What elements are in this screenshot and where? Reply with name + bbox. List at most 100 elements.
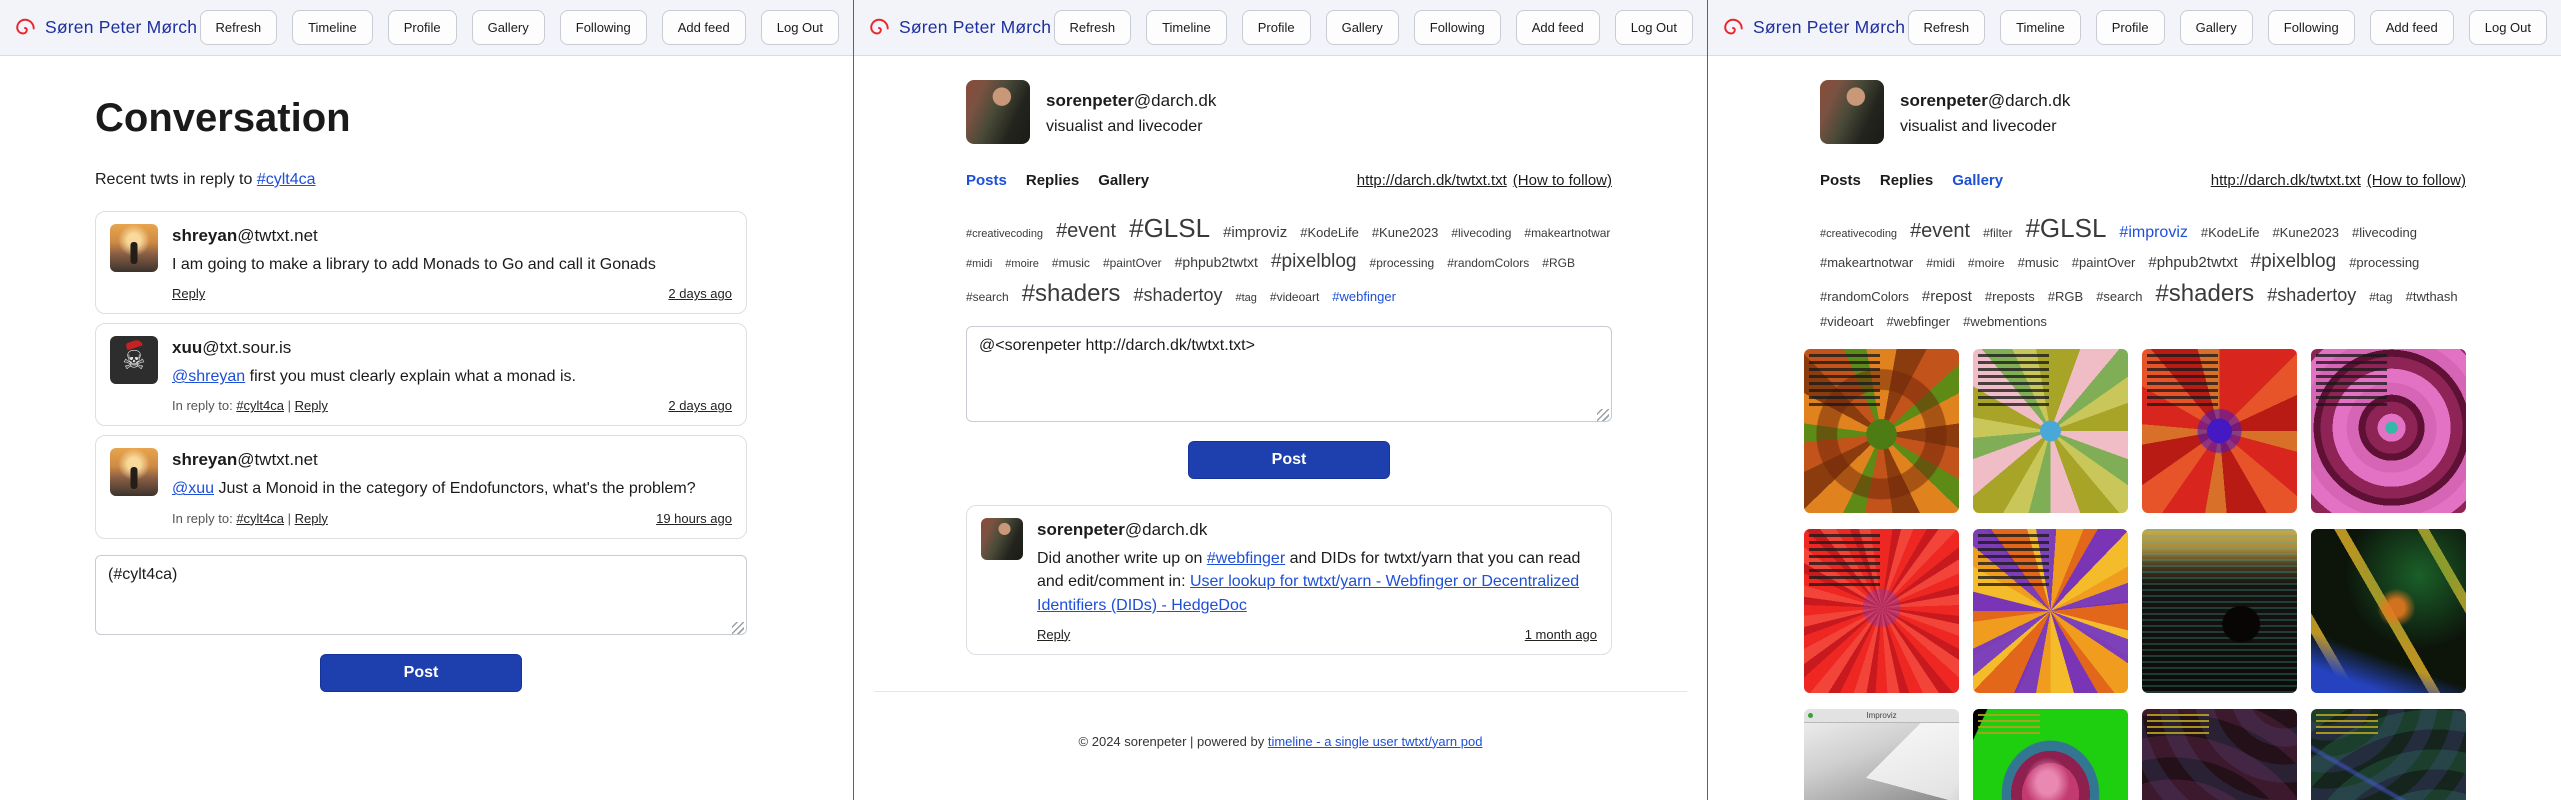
- hashtag-reposts[interactable]: #reposts: [1985, 288, 2035, 306]
- in-reply-to-hash-link[interactable]: #cylt4ca: [236, 398, 284, 413]
- nav-addfeed-button[interactable]: Add feed: [2370, 10, 2454, 45]
- nav-following-button[interactable]: Following: [2268, 10, 2355, 45]
- reply-link[interactable]: Reply: [172, 286, 205, 301]
- nav-refresh-button[interactable]: Refresh: [1908, 10, 1986, 45]
- hashtag-phpub2twtxt[interactable]: #phpub2twtxt: [2148, 253, 2237, 273]
- twt-timestamp[interactable]: 2 days ago: [668, 398, 732, 413]
- hashtag-music[interactable]: #music: [1052, 255, 1090, 271]
- nav-addfeed-button[interactable]: Add feed: [662, 10, 746, 45]
- post-button[interactable]: Post: [320, 654, 522, 692]
- nav-logout-button[interactable]: Log Out: [2469, 10, 2547, 45]
- nav-refresh-button[interactable]: Refresh: [1054, 10, 1132, 45]
- hashtag-creativecoding[interactable]: #creativecoding: [1820, 227, 1897, 242]
- hashtag-randomColors[interactable]: #randomColors: [1820, 288, 1909, 306]
- hashtag-moire[interactable]: #moire: [1005, 257, 1039, 272]
- hashtag-shadertoy[interactable]: #shadertoy: [2267, 283, 2356, 307]
- reply-link[interactable]: Reply: [1037, 627, 1070, 642]
- brand-name[interactable]: Søren Peter Mørch: [1753, 17, 1905, 38]
- brand[interactable]: Søren Peter Mørch: [868, 17, 1051, 39]
- hashtag-pixelblog[interactable]: #pixelblog: [1271, 249, 1357, 275]
- nav-gallery-button[interactable]: Gallery: [472, 10, 545, 45]
- reply-link[interactable]: Reply: [295, 398, 328, 413]
- nav-gallery-button[interactable]: Gallery: [1326, 10, 1399, 45]
- twt-author[interactable]: xuu: [172, 338, 202, 357]
- hashtag-videoart[interactable]: #videoart: [1270, 289, 1319, 305]
- gallery-image-livecoding-performance-photo[interactable]: [2142, 529, 2297, 693]
- gallery-image-mesh-dark-maroon[interactable]: [2142, 709, 2297, 800]
- nav-profile-button[interactable]: Profile: [1242, 10, 1311, 45]
- hashtag-improviz[interactable]: #improviz: [2119, 222, 2187, 244]
- brand[interactable]: Søren Peter Mørch: [1722, 17, 1905, 39]
- gallery-image-grayscale-geometry[interactable]: Improviz: [1804, 709, 1959, 800]
- nav-logout-button[interactable]: Log Out: [761, 10, 839, 45]
- hashtag-makeartnotwar[interactable]: #makeartnotwar: [1524, 225, 1610, 241]
- hashtag-creativecoding[interactable]: #creativecoding: [966, 227, 1043, 242]
- twt-author[interactable]: shreyan: [172, 226, 237, 245]
- post-button[interactable]: Post: [1188, 441, 1390, 479]
- gallery-image-radial-rings-pink[interactable]: [2311, 349, 2466, 513]
- hashtag-randomColors[interactable]: #randomColors: [1447, 255, 1529, 271]
- hashtag-improviz[interactable]: #improviz: [1223, 223, 1287, 243]
- hashtag-search[interactable]: #search: [2096, 288, 2142, 306]
- hashtag-Kune2023[interactable]: #Kune2023: [2272, 224, 2339, 242]
- hashtag-tag[interactable]: #tag: [1236, 291, 1257, 306]
- nav-timeline-button[interactable]: Timeline: [292, 10, 373, 45]
- tab-replies[interactable]: Replies: [1026, 172, 1079, 189]
- hashtag-webfinger[interactable]: #webfinger: [1332, 288, 1396, 306]
- gallery-image-radial-red[interactable]: [1804, 529, 1959, 693]
- tab-posts[interactable]: Posts: [1820, 172, 1861, 189]
- hashtag-pixelblog[interactable]: #pixelblog: [2251, 249, 2337, 275]
- feed-url-link[interactable]: http://darch.dk/twtxt.txt: [2211, 172, 2361, 189]
- twt-timestamp[interactable]: 19 hours ago: [656, 511, 732, 526]
- hashtag-GLSL[interactable]: #GLSL: [1129, 211, 1210, 246]
- hashtag-videoart[interactable]: #videoart: [1820, 313, 1873, 331]
- inline-link[interactable]: @shreyan: [172, 368, 245, 385]
- gallery-image-kaleidoscope-red-purple[interactable]: [2142, 349, 2297, 513]
- feed-url-link[interactable]: http://darch.dk/twtxt.txt: [1357, 172, 1507, 189]
- tab-gallery[interactable]: Gallery: [1952, 172, 2003, 189]
- inline-link[interactable]: #webfinger: [1207, 550, 1285, 567]
- in-reply-to-hash-link[interactable]: #cylt4ca: [236, 511, 284, 526]
- hashtag-midi[interactable]: #midi: [966, 257, 992, 272]
- gallery-image-kaleidoscope-pink-olive[interactable]: [1973, 349, 2128, 513]
- nav-following-button[interactable]: Following: [1414, 10, 1501, 45]
- nav-logout-button[interactable]: Log Out: [1615, 10, 1693, 45]
- hashtag-moire[interactable]: #moire: [1968, 255, 2005, 271]
- gallery-image-wireframe-blob-green[interactable]: [1973, 709, 2128, 800]
- gallery-image-abstract-3d-dark-green[interactable]: [2311, 529, 2466, 693]
- brand-name[interactable]: Søren Peter Mørch: [45, 17, 197, 38]
- nav-timeline-button[interactable]: Timeline: [2000, 10, 2081, 45]
- nav-profile-button[interactable]: Profile: [2096, 10, 2165, 45]
- hashtag-paintOver[interactable]: #paintOver: [2072, 254, 2136, 272]
- hashtag-music[interactable]: #music: [2018, 254, 2059, 272]
- nav-profile-button[interactable]: Profile: [388, 10, 457, 45]
- hashtag-shaders[interactable]: #shaders: [1022, 278, 1121, 310]
- hashtag-processing[interactable]: #processing: [1370, 255, 1435, 271]
- hashtag-search[interactable]: #search: [966, 289, 1009, 305]
- tab-replies[interactable]: Replies: [1880, 172, 1933, 189]
- nav-following-button[interactable]: Following: [560, 10, 647, 45]
- gallery-image-kaleidoscope-orange-green[interactable]: [1804, 349, 1959, 513]
- nav-gallery-button[interactable]: Gallery: [2180, 10, 2253, 45]
- conversation-hash-link[interactable]: #cylt4ca: [257, 171, 316, 188]
- hashtag-paintOver[interactable]: #paintOver: [1103, 255, 1162, 271]
- powered-by-link[interactable]: timeline - a single user twtxt/yarn pod: [1268, 734, 1483, 749]
- hashtag-shaders[interactable]: #shaders: [2155, 278, 2254, 310]
- hashtag-makeartnotwar[interactable]: #makeartnotwar: [1820, 254, 1913, 272]
- hashtag-KodeLife[interactable]: #KodeLife: [2201, 224, 2260, 242]
- inline-link[interactable]: @xuu: [172, 480, 214, 497]
- twt-author[interactable]: sorenpeter: [1037, 520, 1125, 539]
- hashtag-event[interactable]: #event: [1910, 218, 1970, 245]
- hashtag-RGB[interactable]: #RGB: [1542, 255, 1575, 271]
- hashtag-filter[interactable]: #filter: [1983, 225, 2012, 241]
- reply-link[interactable]: Reply: [295, 511, 328, 526]
- how-to-follow-link[interactable]: (How to follow): [1513, 172, 1612, 189]
- nav-refresh-button[interactable]: Refresh: [200, 10, 278, 45]
- gallery-image-kaleidoscope-orange-purple[interactable]: [1973, 529, 2128, 693]
- nav-timeline-button[interactable]: Timeline: [1146, 10, 1227, 45]
- gallery-image-mesh-dark-green[interactable]: [2311, 709, 2466, 800]
- reply-composer-textarea[interactable]: (#cylt4ca): [95, 555, 747, 635]
- hashtag-phpub2twtxt[interactable]: #phpub2twtxt: [1175, 253, 1258, 272]
- hashtag-twthash[interactable]: #twthash: [2406, 288, 2458, 306]
- brand[interactable]: Søren Peter Mørch: [14, 17, 197, 39]
